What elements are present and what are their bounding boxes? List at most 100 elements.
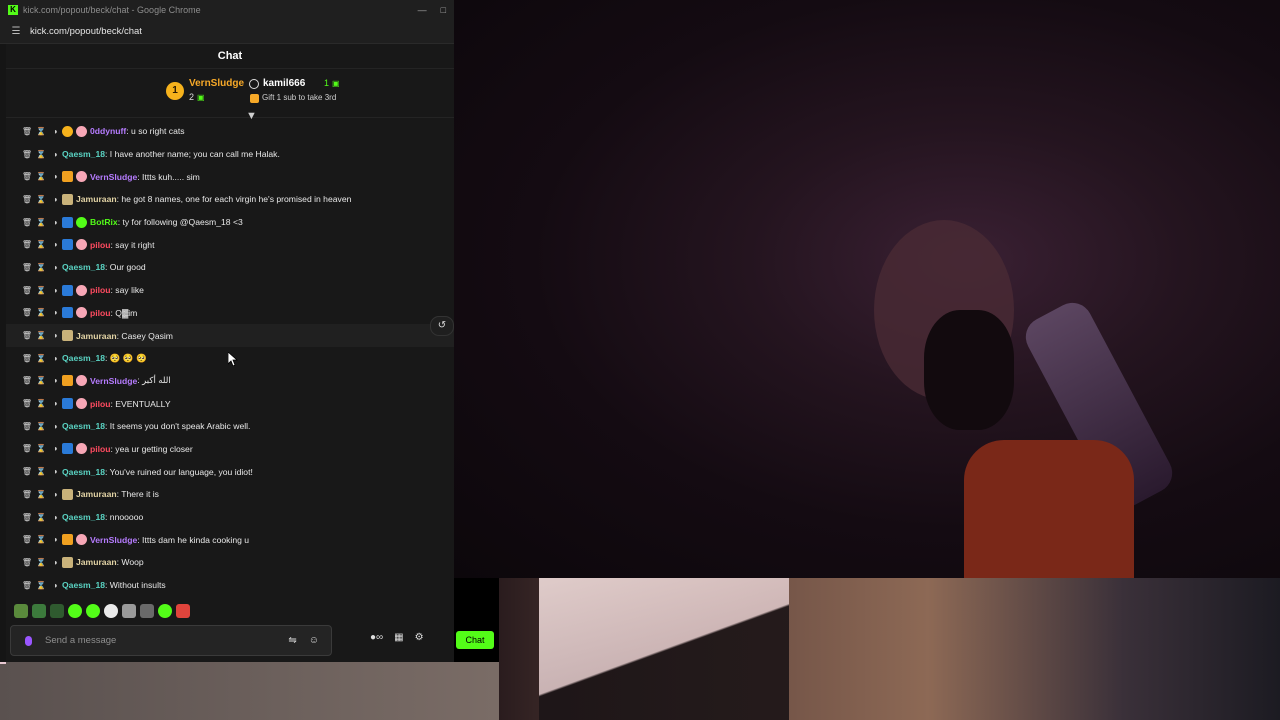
trash-icon[interactable]: 🗑: [20, 240, 34, 249]
chat-message[interactable]: 🗑 ⌛ ◑ pilou: say like: [6, 279, 454, 302]
trash-icon[interactable]: 🗑: [20, 218, 34, 227]
chat-username[interactable]: pilou: [90, 285, 111, 295]
chat-username[interactable]: 0ddynuff: [90, 126, 126, 136]
timeout-icon[interactable]: ⌛: [34, 240, 48, 249]
chat-message[interactable]: 🗑 ⌛ ◑ Qaesm_18: It seems you don't speak Ar…: [6, 415, 454, 438]
emote-icon[interactable]: [86, 604, 100, 618]
trash-icon[interactable]: 🗑: [20, 286, 34, 295]
trash-icon[interactable]: 🗑: [20, 263, 34, 272]
timeout-icon[interactable]: ⌛: [34, 308, 48, 317]
emote-icon[interactable]: [32, 604, 46, 618]
chat-message[interactable]: 🗑 ⌛ ◑ VernSludge: Ittts dam he kinda cookin…: [6, 528, 454, 551]
trash-icon[interactable]: 🗑: [20, 308, 34, 317]
tune-icon[interactable]: ☰: [9, 26, 23, 37]
chat-username[interactable]: Qaesm_18: [62, 512, 105, 522]
emoji-icon[interactable]: ☺: [309, 635, 319, 646]
chat-message[interactable]: 🗑 ⌛ ◑ Jamuraan: Woop: [6, 551, 454, 574]
chat-username[interactable]: BotRix: [90, 217, 118, 227]
chat-username[interactable]: Qaesm_18: [62, 467, 105, 477]
emote-icon[interactable]: [104, 604, 118, 618]
timeout-icon[interactable]: ⌛: [34, 490, 48, 499]
trash-icon[interactable]: 🗑: [20, 467, 34, 476]
message-input-box[interactable]: ⇋ ☺: [10, 625, 332, 656]
shield-icon[interactable]: ◑: [48, 127, 62, 136]
emote-icon[interactable]: [122, 604, 136, 618]
leader-second-name[interactable]: kamil666: [263, 78, 305, 89]
timeout-icon[interactable]: ⌛: [34, 150, 48, 159]
chat-message[interactable]: 🗑 ⌛ ◑ pilou: Q▓im: [6, 302, 454, 325]
timeout-icon[interactable]: ⌛: [34, 354, 48, 363]
shield-icon[interactable]: ◑: [48, 535, 62, 544]
points-icon[interactable]: ●∞: [370, 632, 383, 643]
trash-icon[interactable]: 🗑: [20, 581, 34, 590]
address-bar[interactable]: ☰ kick.com/popout/beck/chat: [0, 20, 454, 44]
chat-username[interactable]: Qaesm_18: [62, 580, 105, 590]
chat-message[interactable]: 🗑 ⌛ ◑ Jamuraan: Casey Qasim: [6, 324, 454, 347]
translate-icon[interactable]: ⇋: [288, 635, 296, 646]
timeout-icon[interactable]: ⌛: [34, 444, 48, 453]
timeout-icon[interactable]: ⌛: [34, 535, 48, 544]
shield-icon[interactable]: ◑: [48, 218, 62, 227]
chat-message[interactable]: 🗑 ⌛ ◑ pilou: yea ur getting closer: [6, 438, 454, 461]
shield-icon[interactable]: ◑: [48, 490, 62, 499]
chat-message[interactable]: 🗑 ⌛ ◑ Qaesm_18: nnooooo: [6, 506, 454, 529]
chat-message[interactable]: 🗑 ⌛ ◑ Qaesm_18: I have another name; you ca…: [6, 143, 454, 166]
timeout-icon[interactable]: ⌛: [34, 581, 48, 590]
timeout-icon[interactable]: ⌛: [34, 195, 48, 204]
trash-icon[interactable]: 🗑: [20, 331, 34, 340]
trash-icon[interactable]: 🗑: [20, 535, 34, 544]
emote-icon[interactable]: [68, 604, 82, 618]
shield-icon[interactable]: ◑: [48, 444, 62, 453]
chat-message[interactable]: 🗑 ⌛ ◑ 0ddynuff: u so right cats: [6, 120, 454, 143]
shield-icon[interactable]: ◑: [48, 263, 62, 272]
trash-icon[interactable]: 🗑: [20, 127, 34, 136]
chat-message[interactable]: 🗑 ⌛ ◑ Jamuraan: he got 8 names, one for eac…: [6, 188, 454, 211]
chat-username[interactable]: Qaesm_18: [62, 149, 105, 159]
chat-username[interactable]: VernSludge: [90, 376, 137, 386]
timeout-icon[interactable]: ⌛: [34, 263, 48, 272]
chat-username[interactable]: Jamuraan: [76, 194, 117, 204]
timeout-icon[interactable]: ⌛: [34, 376, 48, 385]
chat-username[interactable]: pilou: [90, 399, 111, 409]
trash-icon[interactable]: 🗑: [20, 172, 34, 181]
shield-icon[interactable]: ◑: [48, 422, 62, 431]
leader-first-name[interactable]: VernSludge: [189, 78, 244, 89]
timeout-icon[interactable]: ⌛: [34, 558, 48, 567]
trash-icon[interactable]: 🗑: [20, 150, 34, 159]
shield-icon[interactable]: ◑: [48, 513, 62, 522]
chat-message[interactable]: 🗑 ⌛ ◑ BotRix: ty for following @Qaesm_18 <3: [6, 211, 454, 234]
timeout-icon[interactable]: ⌛: [34, 127, 48, 136]
chat-message[interactable]: 🗑 ⌛ ◑ VernSludge: الله أكبر: [6, 370, 454, 393]
shield-icon[interactable]: ◑: [48, 354, 62, 363]
chat-message[interactable]: 🗑 ⌛ ◑ pilou: say it right: [6, 233, 454, 256]
emote-icon[interactable]: [50, 604, 64, 618]
chat-message[interactable]: 🗑 ⌛ ◑ Qaesm_18: Our good: [6, 256, 454, 279]
chat-username[interactable]: VernSludge: [90, 535, 137, 545]
store-icon[interactable]: ▦: [394, 632, 403, 643]
url-text[interactable]: kick.com/popout/beck/chat: [30, 26, 142, 37]
trash-icon[interactable]: 🗑: [20, 195, 34, 204]
chat-username[interactable]: Qaesm_18: [62, 262, 105, 272]
emote-icon[interactable]: [14, 604, 28, 618]
chat-username[interactable]: pilou: [90, 240, 111, 250]
mic-icon[interactable]: [25, 635, 32, 646]
timeout-icon[interactable]: ⌛: [34, 513, 48, 522]
trash-icon[interactable]: 🗑: [20, 376, 34, 385]
timeout-icon[interactable]: ⌛: [34, 331, 48, 340]
emote-icon[interactable]: [176, 604, 190, 618]
trash-icon[interactable]: 🗑: [20, 444, 34, 453]
timeout-icon[interactable]: ⌛: [34, 422, 48, 431]
shield-icon[interactable]: ◑: [48, 240, 62, 249]
chat-message[interactable]: 🗑 ⌛ ◑ Qaesm_18: Without insults: [6, 574, 454, 597]
chat-username[interactable]: pilou: [90, 444, 111, 454]
shield-icon[interactable]: ◑: [48, 376, 62, 385]
chat-username[interactable]: pilou: [90, 308, 111, 318]
shield-icon[interactable]: ◑: [48, 331, 62, 340]
chat-username[interactable]: Jamuraan: [76, 489, 117, 499]
emote-icon[interactable]: [140, 604, 154, 618]
chat-username[interactable]: Jamuraan: [76, 331, 117, 341]
maximize-icon[interactable]: □: [441, 5, 446, 15]
chat-username[interactable]: Qaesm_18: [62, 353, 105, 363]
timeout-icon[interactable]: ⌛: [34, 286, 48, 295]
shield-icon[interactable]: ◑: [48, 581, 62, 590]
